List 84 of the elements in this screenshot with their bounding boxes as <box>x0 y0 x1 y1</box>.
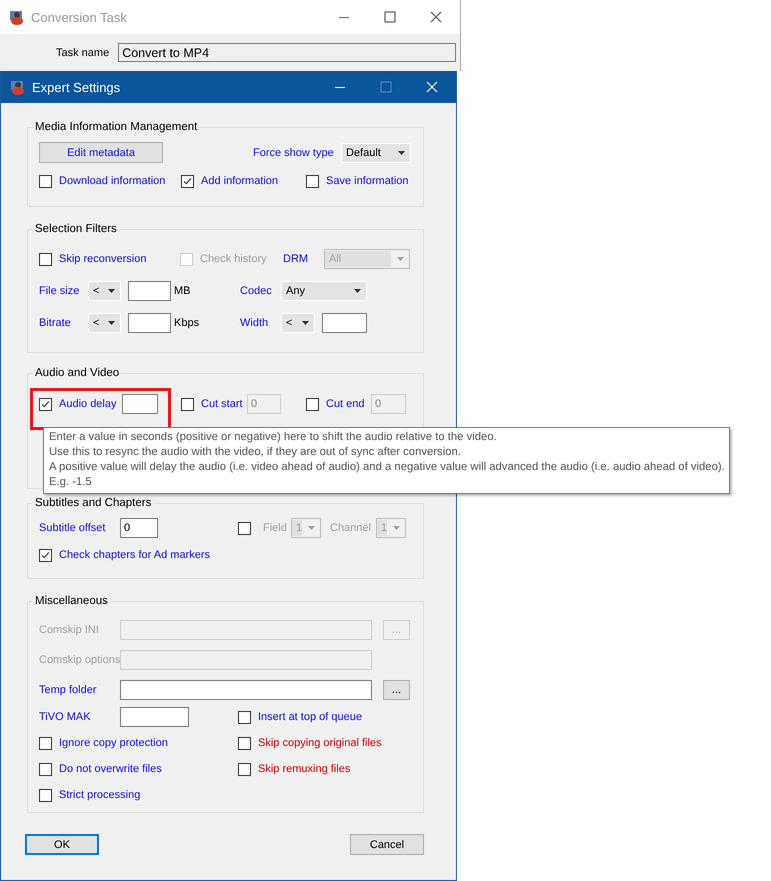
tooltip-text: E.g. -1.5 <box>49 475 93 490</box>
dialog-button[interactable]: OK <box>25 834 99 855</box>
caret-icon <box>308 526 315 530</box>
field-label: Width <box>240 317 270 329</box>
checkbox[interactable] <box>238 522 251 534</box>
field-label: Download information <box>59 175 166 187</box>
field-label: TiVO MAK <box>39 711 92 723</box>
field-label: DRM <box>283 253 310 265</box>
field-label: Field <box>263 522 288 534</box>
window-title: Conversion Task <box>31 10 128 24</box>
caret-icon <box>354 289 361 293</box>
unit-label: MB <box>173 285 192 297</box>
checkbox[interactable] <box>39 174 52 188</box>
group-title: Selection Filters <box>34 223 118 235</box>
checkbox[interactable] <box>39 788 52 802</box>
field-label: Subtitle offset <box>39 522 106 534</box>
dialog-button[interactable]: Cancel <box>350 834 424 855</box>
field-label: Check chapters for Ad markers <box>59 549 210 561</box>
tooltip-text: A positive value will delay the audio (i.e. video ahead of audio) and a negative value will advanced the audio (i.e. audio ahead of video). <box>49 460 725 475</box>
checkbox[interactable] <box>39 548 52 562</box>
checkbox-label: Insert at top of queue <box>258 711 362 723</box>
checkbox-label: Skip copying original files <box>258 737 382 749</box>
group-title: Media Information Management <box>34 121 198 133</box>
field-label: Audio delay <box>59 398 118 410</box>
browse-button[interactable]: ... <box>383 680 410 700</box>
checkbox[interactable] <box>39 398 52 410</box>
field-label: Force show type <box>253 146 335 158</box>
group-title: Audio and Video <box>34 367 120 379</box>
field-label: Task name <box>56 46 110 58</box>
edit-metadata-button[interactable]: Edit metadata <box>39 142 163 163</box>
dropdown[interactable]: Any <box>281 281 367 301</box>
field-label: Comskip INI <box>39 624 100 636</box>
field-label: Cut start <box>201 398 244 410</box>
text-field[interactable] <box>122 394 158 414</box>
checkbox[interactable] <box>181 174 194 188</box>
checkbox[interactable] <box>39 736 52 750</box>
text-field[interactable] <box>128 313 171 333</box>
text-field[interactable]: 0 <box>120 518 158 538</box>
caret-icon <box>397 257 404 261</box>
checkbox[interactable] <box>39 762 52 776</box>
dropdown[interactable]: < <box>88 281 121 301</box>
dropdown[interactable]: < <box>88 313 121 333</box>
field-label: Comskip options <box>39 654 120 666</box>
text-field[interactable] <box>120 680 372 700</box>
group-title: Miscellaneous <box>34 595 109 607</box>
field-label: Bitrate <box>39 317 72 329</box>
field-label: Temp folder <box>39 684 98 696</box>
field-label: Add information <box>201 175 278 187</box>
caret-icon <box>398 150 405 154</box>
app-icon <box>9 9 25 25</box>
field-label: File size <box>39 285 80 297</box>
app-icon <box>10 79 26 95</box>
checkbox-label: Check history <box>200 253 267 265</box>
checkbox[interactable] <box>238 762 251 776</box>
checkbox[interactable] <box>39 252 52 266</box>
field-label: Save information <box>326 175 409 187</box>
field-label: Skip reconversion <box>59 253 146 265</box>
maximize-icon[interactable] <box>384 11 396 23</box>
unit-label: Kbps <box>173 317 200 329</box>
text-field[interactable] <box>120 707 189 727</box>
caret-icon <box>302 321 309 325</box>
close-icon[interactable] <box>430 11 442 23</box>
checkbox-label: Ignore copy protection <box>59 737 168 749</box>
checkbox[interactable] <box>238 736 251 750</box>
task-name-field[interactable]: Convert to MP4 <box>118 43 456 62</box>
group-title: Subtitles and Chapters <box>34 497 152 509</box>
checkbox-label: Skip remuxing files <box>258 763 350 775</box>
checkbox[interactable] <box>306 174 319 188</box>
dropdown[interactable]: Default <box>341 142 411 162</box>
field-label: Channel <box>330 522 372 534</box>
caret-icon <box>108 289 115 293</box>
tooltip-text: Use this to resync the audio with the video, if they are out of sync after conversion. <box>49 445 462 460</box>
text-field[interactable] <box>128 281 171 301</box>
dropdown[interactable]: < <box>281 313 315 333</box>
caret-icon <box>108 321 115 325</box>
checkbox-label: Do not overwrite files <box>59 763 162 775</box>
field-label: Codec <box>240 285 273 297</box>
caret-icon <box>393 526 400 530</box>
field-label: Cut end <box>326 398 366 410</box>
checkbox-label: Strict processing <box>59 789 140 801</box>
window-title: Expert Settings <box>32 80 122 94</box>
tooltip-text: Enter a value in seconds (positive or negative) here to shift the audio relative to the video. <box>49 430 498 445</box>
text-field[interactable] <box>322 313 367 333</box>
checkbox[interactable] <box>238 710 251 724</box>
